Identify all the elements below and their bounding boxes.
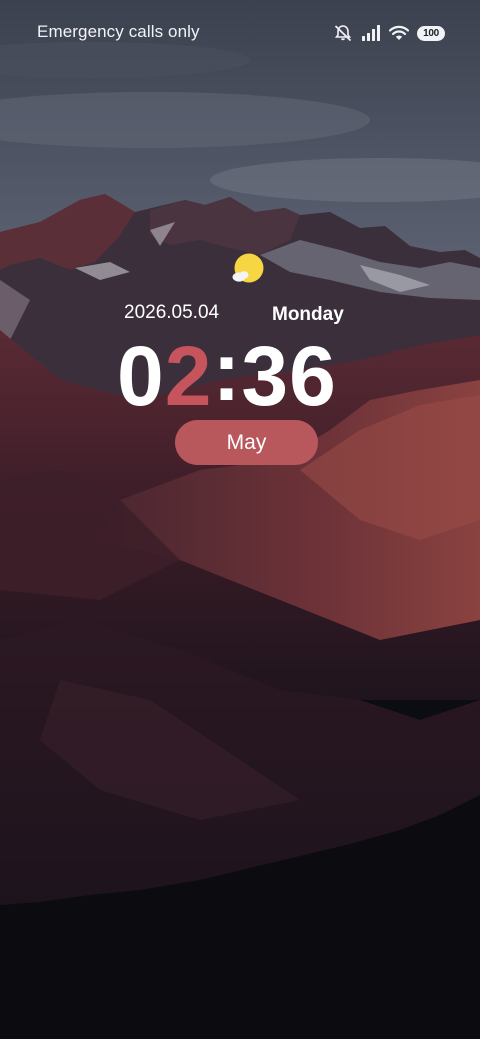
carrier-status-text: Emergency calls only xyxy=(37,22,200,41)
lock-screen[interactable]: Emergency calls only 100 2026.05.04 Mond… xyxy=(0,0,480,1039)
wifi-icon xyxy=(389,25,409,40)
month-badge: May xyxy=(175,420,318,465)
clock-hour-digit-1: 0 xyxy=(117,329,165,423)
battery-icon: 100 xyxy=(417,25,445,41)
silent-mode-icon xyxy=(334,25,352,42)
clock-separator: : xyxy=(212,324,242,418)
partly-sunny-icon xyxy=(232,253,264,283)
status-bar: Emergency calls only 100 xyxy=(0,0,480,64)
clock-time: 02:36 xyxy=(117,326,377,423)
clock-minutes: 36 xyxy=(241,329,337,423)
wallpaper-mountain-image xyxy=(0,0,480,1039)
battery-level-text: 100 xyxy=(423,27,439,39)
signal-icon xyxy=(362,25,380,41)
status-icons: 100 xyxy=(333,22,445,44)
weekday-text: Monday xyxy=(272,304,344,325)
month-text: May xyxy=(226,430,267,454)
clock-hour-digit-2: 2 xyxy=(164,329,213,423)
date-text: 2026.05.04 xyxy=(124,302,220,323)
